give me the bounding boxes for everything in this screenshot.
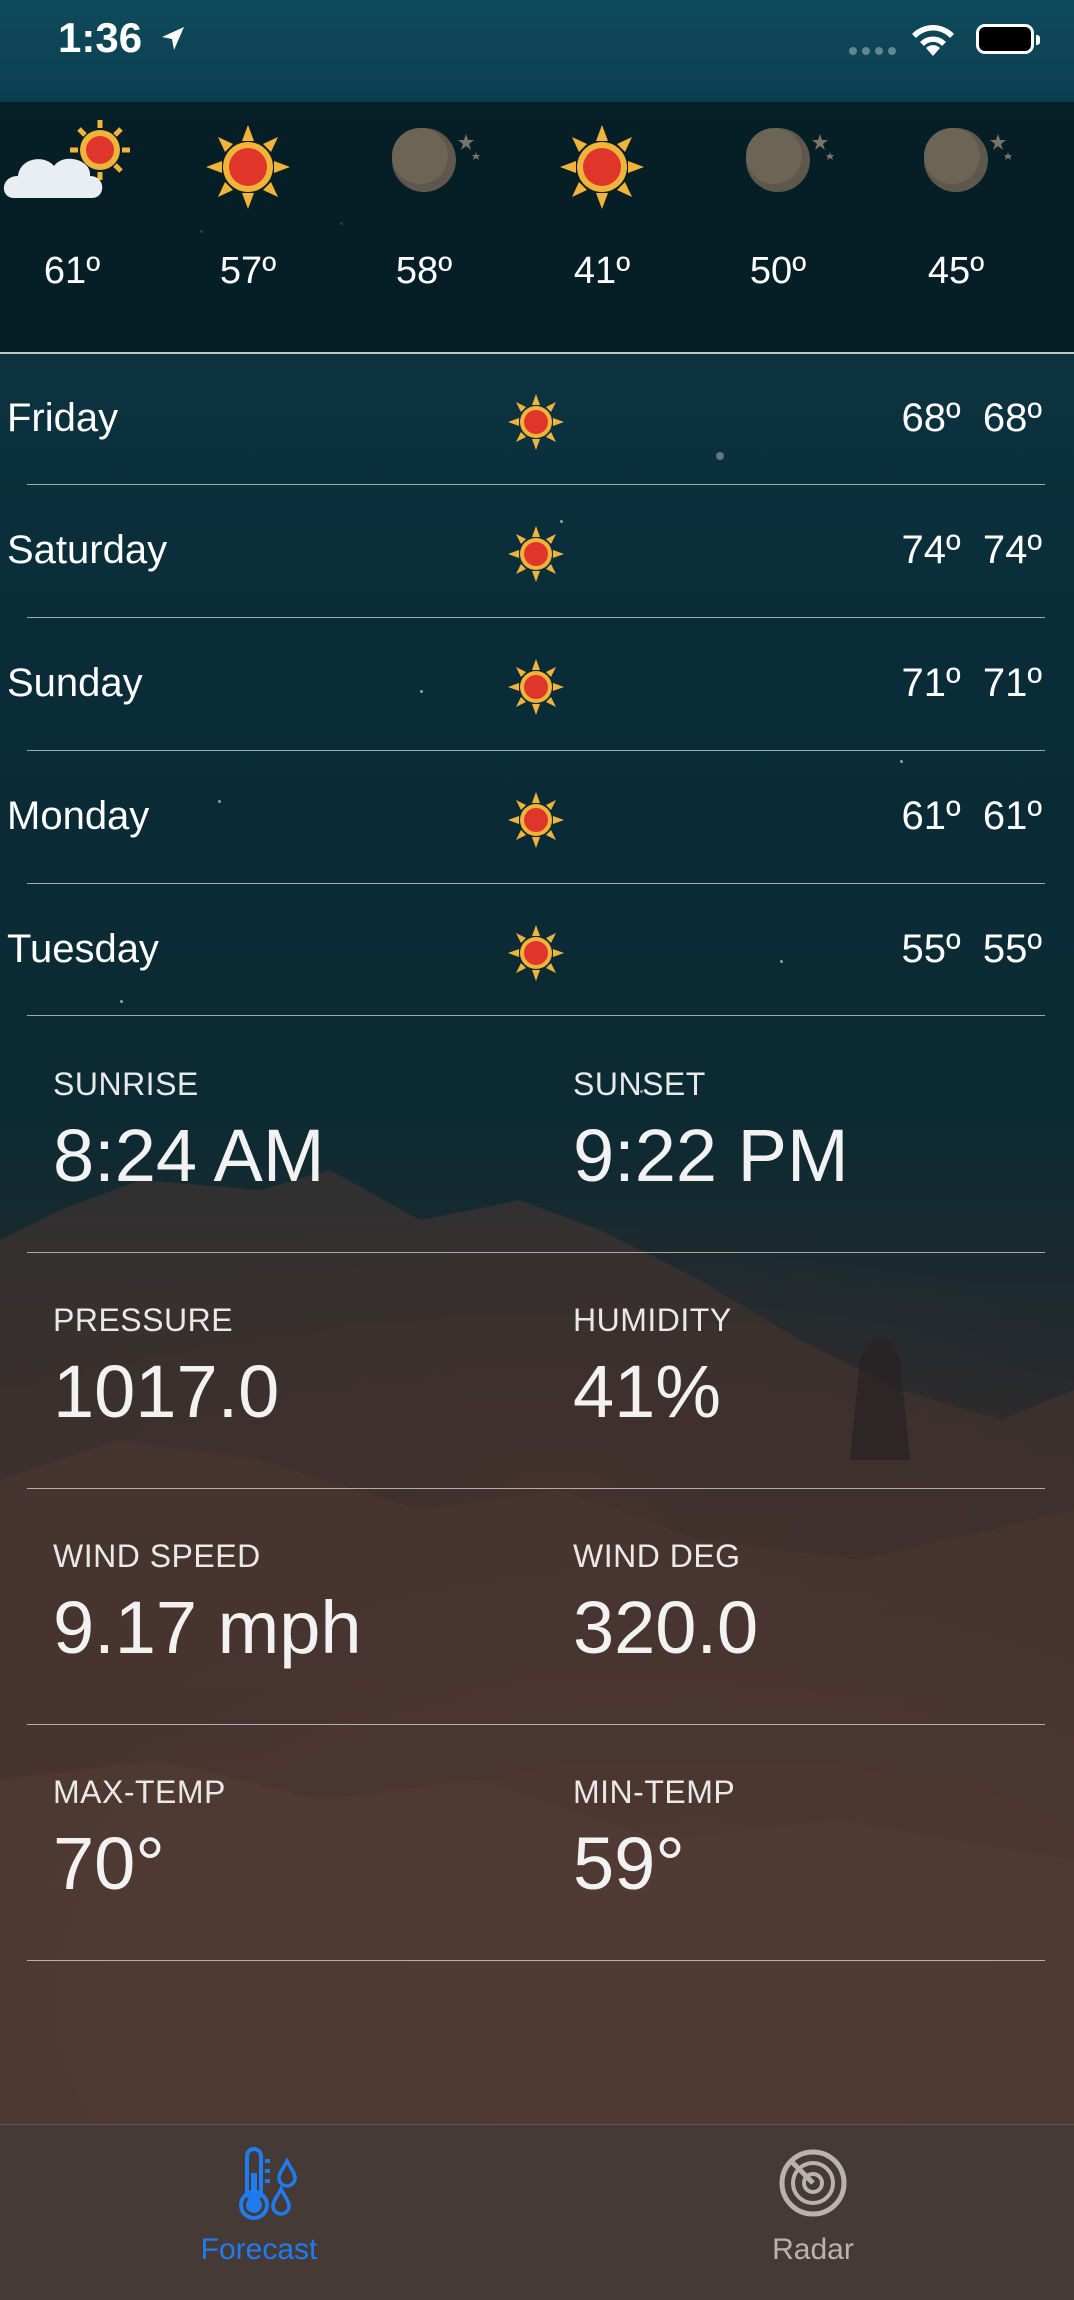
- hourly-temp: 50º: [749, 250, 807, 292]
- moon-icon: [392, 128, 480, 192]
- sun-icon: [508, 792, 564, 848]
- moon-icon: [746, 128, 834, 192]
- hourly-forecast: 61º 57º 58º 41º 50º 45º: [0, 102, 1074, 354]
- daily-high: 68º: [901, 396, 961, 440]
- divider: [27, 1252, 1045, 1253]
- sun-icon: [508, 659, 564, 715]
- sun-icon: [206, 125, 290, 209]
- hourly-item: 41º: [522, 102, 682, 352]
- daily-temps: 55º 55º: [902, 927, 1042, 972]
- hourly-item: 61º: [0, 102, 152, 352]
- divider: [27, 1015, 1045, 1016]
- divider: [27, 750, 1045, 751]
- tab-radar[interactable]: Radar: [663, 2125, 963, 2299]
- daily-day: Friday: [7, 396, 119, 440]
- sun-icon: [508, 526, 564, 582]
- divider: [27, 1960, 1045, 1961]
- daily-low: 74º: [982, 528, 1042, 572]
- partly-cloudy-day-icon: [3, 120, 130, 198]
- detail-value: 9.17 mph: [53, 1586, 362, 1669]
- detail-pressure: PRESSURE 1017.0: [53, 1302, 553, 1434]
- detail-label: SUNRISE: [53, 1066, 199, 1102]
- detail-min-temp: MIN-TEMP 59°: [573, 1774, 1073, 1906]
- radar-icon: [779, 2149, 847, 2217]
- daily-low: 55º: [982, 927, 1042, 971]
- daily-row: Sunday 71º 71º: [0, 619, 1074, 751]
- daily-low: 61º: [982, 794, 1042, 838]
- wifi-icon: [912, 24, 954, 56]
- daily-row: Tuesday 55º 55º: [0, 885, 1074, 1017]
- hourly-temp: 58º: [395, 250, 453, 292]
- detail-label: HUMIDITY: [573, 1302, 732, 1338]
- daily-day: Tuesday: [7, 927, 159, 971]
- tab-label: Radar: [772, 2233, 854, 2266]
- sun-icon: [508, 394, 564, 450]
- detail-value: 9:22 PM: [573, 1114, 849, 1197]
- daily-high: 74º: [901, 528, 961, 572]
- tab-label: Forecast: [200, 2233, 318, 2266]
- daily-row: Saturday 74º 74º: [0, 486, 1074, 618]
- daily-day: Sunday: [7, 661, 143, 705]
- hourly-temp: 57º: [219, 250, 277, 292]
- status-bar: 1:36: [0, 0, 1074, 102]
- daily-temps: 74º 74º: [902, 528, 1042, 573]
- detail-value: 8:24 AM: [53, 1114, 325, 1197]
- hourly-item: 50º: [698, 102, 858, 352]
- daily-row: Monday 61º 61º: [0, 752, 1074, 884]
- daily-high: 55º: [901, 927, 961, 971]
- detail-wind-speed: WIND SPEED 9.17 mph: [53, 1538, 553, 1670]
- daily-high: 61º: [901, 794, 961, 838]
- sun-icon: [508, 925, 564, 981]
- location-arrow-icon: [162, 27, 184, 50]
- detail-label: SUNSET: [573, 1066, 706, 1102]
- signal-icon: [849, 47, 896, 55]
- detail-wind-deg: WIND DEG 320.0: [573, 1538, 1073, 1670]
- divider: [27, 1488, 1045, 1489]
- daily-temps: 68º 68º: [902, 396, 1042, 441]
- detail-humidity: HUMIDITY 41%: [573, 1302, 1073, 1434]
- divider: [27, 617, 1045, 618]
- detail-value: 41%: [573, 1350, 722, 1433]
- hourly-temp: 45º: [927, 250, 985, 292]
- hourly-temp: 61º: [43, 250, 101, 292]
- detail-label: PRESSURE: [53, 1302, 234, 1338]
- daily-temps: 71º 71º: [902, 661, 1042, 706]
- detail-label: WIND DEG: [573, 1538, 741, 1574]
- tab-forecast[interactable]: Forecast: [109, 2125, 409, 2299]
- detail-label: MAX-TEMP: [53, 1774, 226, 1810]
- tab-bar: Forecast Radar: [0, 2124, 1074, 2299]
- daily-day: Monday: [7, 794, 150, 838]
- sun-icon: [560, 125, 644, 209]
- daily-high: 71º: [901, 661, 961, 705]
- daily-low: 68º: [982, 396, 1042, 440]
- daily-low: 71º: [982, 661, 1042, 705]
- hourly-temp: 41º: [573, 250, 631, 292]
- daily-temps: 61º 61º: [902, 794, 1042, 839]
- detail-sunset: SUNSET 9:22 PM: [573, 1066, 1073, 1198]
- hourly-item: 57º: [168, 102, 328, 352]
- hourly-item: 45º: [876, 102, 1036, 352]
- detail-value: 1017.0: [53, 1350, 280, 1433]
- detail-value: 320.0: [573, 1586, 759, 1669]
- detail-max-temp: MAX-TEMP 70°: [53, 1774, 553, 1906]
- detail-label: WIND SPEED: [53, 1538, 261, 1574]
- thermometer-rain-icon: [239, 2147, 297, 2220]
- status-time: 1:36: [58, 14, 143, 61]
- detail-value: 70°: [53, 1822, 165, 1905]
- daily-row: Friday 68º 68º: [0, 354, 1074, 486]
- detail-value: 59°: [573, 1822, 685, 1905]
- detail-sunrise: SUNRISE 8:24 AM: [53, 1066, 553, 1198]
- divider: [27, 484, 1045, 485]
- daily-day: Saturday: [7, 528, 168, 572]
- moon-icon: [924, 128, 1012, 192]
- detail-label: MIN-TEMP: [573, 1774, 736, 1810]
- battery-icon: [976, 24, 1040, 54]
- divider: [27, 883, 1045, 884]
- divider: [27, 1724, 1045, 1725]
- hourly-item: 58º: [344, 102, 504, 352]
